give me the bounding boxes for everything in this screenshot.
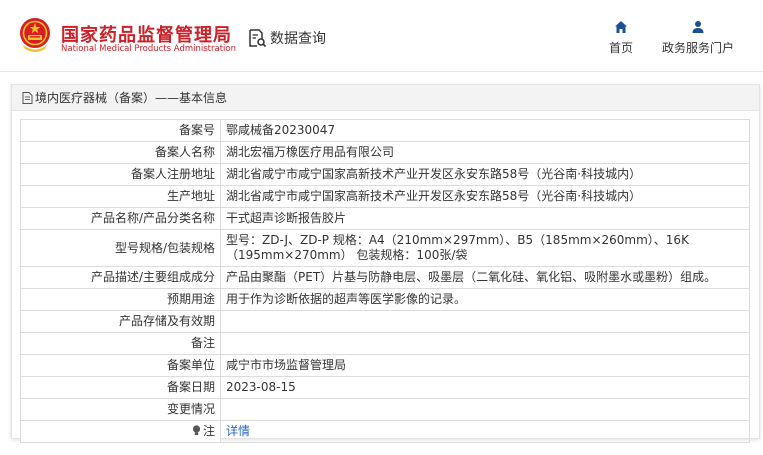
nav-service-portal[interactable]: 政务服务门户 <box>662 20 734 56</box>
row-value: 2023-08-15 <box>220 376 750 399</box>
row-value: 型号：ZD-J、ZD-P 规格：A4（210mm×297mm）、B5（185mm… <box>220 229 750 267</box>
table-row: 变更情况 <box>20 398 750 421</box>
note-value-cell: 详情 <box>220 420 750 443</box>
note-label: 注 <box>202 424 215 438</box>
row-label: 备案单位 <box>20 354 221 377</box>
site-header: 国家药品监督管理局 National Medical Products Admi… <box>0 0 763 72</box>
nav-home[interactable]: 首页 <box>609 20 633 56</box>
user-icon <box>692 21 704 33</box>
lightbulb-icon <box>192 425 201 435</box>
row-label: 生产地址 <box>20 185 221 208</box>
row-value: 产品由聚酯（PET）片基与防静电层、吸墨层（二氧化硅、氧化铝、吸附墨水或墨粉）组… <box>220 266 750 289</box>
row-value <box>220 332 750 355</box>
row-label: 备案号 <box>20 119 221 142</box>
breadcrumb: 境内医疗器械（备案）——基本信息 <box>35 91 228 105</box>
row-label: 产品存储及有效期 <box>20 310 221 333</box>
table-row: 产品名称/产品分类名称 干式超声诊断报告胶片 <box>20 207 750 230</box>
row-label: 备注 <box>20 332 221 355</box>
table-row: 型号规格/包装规格 型号：ZD-J、ZD-P 规格：A4（210mm×297mm… <box>20 229 750 267</box>
row-value: 干式超声诊断报告胶片 <box>220 207 750 230</box>
document-icon <box>22 91 33 104</box>
table-row: 产品存储及有效期 <box>20 310 750 333</box>
national-emblem-icon <box>20 18 50 52</box>
row-label: 变更情况 <box>20 398 221 421</box>
table-row: 生产地址 湖北省咸宁市咸宁国家高新技术产业开发区永安东路58号（光谷南·科技城内… <box>20 185 750 208</box>
note-label-cell: 注 <box>20 420 221 443</box>
row-value: 湖北宏福万橡医疗用品有限公司 <box>220 141 750 164</box>
nav-home-label: 首页 <box>609 41 634 55</box>
table-row: 备案人注册地址 湖北省咸宁市咸宁国家高新技术产业开发区永安东路58号（光谷南·科… <box>20 163 750 186</box>
details-link[interactable]: 详情 <box>226 424 250 438</box>
site-subtitle: National Medical Products Administration <box>61 44 236 54</box>
row-value: 用于作为诊断依据的超声等医学影像的记录。 <box>220 288 750 311</box>
table-row: 备案日期 2023-08-15 <box>20 376 750 399</box>
table-row: 注 详情 <box>20 420 750 443</box>
data-query-label: 数据查询 <box>270 31 326 47</box>
row-value: 鄂咸械备20230047 <box>220 119 750 142</box>
document-search-icon <box>249 29 267 48</box>
table-row: 备案单位 咸宁市市场监督管理局 <box>20 354 750 377</box>
row-label: 型号规格/包装规格 <box>20 229 221 267</box>
nav-service-portal-label: 政务服务门户 <box>662 41 735 55</box>
row-label: 预期用途 <box>20 288 221 311</box>
table-row: 备案号 鄂咸械备20230047 <box>20 119 750 142</box>
row-label: 备案人名称 <box>20 141 221 164</box>
row-label: 备案日期 <box>20 376 221 399</box>
panel-header: 境内医疗器械（备案）——基本信息 <box>12 85 759 111</box>
table-row: 备注 <box>20 332 750 355</box>
row-value: 咸宁市市场监督管理局 <box>220 354 750 377</box>
row-value <box>220 310 750 333</box>
home-icon <box>615 21 627 33</box>
row-label: 备案人注册地址 <box>20 163 221 186</box>
row-value: 湖北省咸宁市咸宁国家高新技术产业开发区永安东路58号（光谷南·科技城内） <box>220 185 750 208</box>
record-panel: 境内医疗器械（备案）——基本信息 备案号 鄂咸械备20230047 备案人名称 … <box>11 84 760 443</box>
row-value <box>220 398 750 421</box>
table-row: 预期用途 用于作为诊断依据的超声等医学影像的记录。 <box>20 288 750 311</box>
row-label: 产品描述/主要组成成分 <box>20 266 221 289</box>
data-query-link[interactable]: 数据查询 <box>247 27 326 49</box>
table-row: 产品描述/主要组成成分 产品由聚酯（PET）片基与防静电层、吸墨层（二氧化硅、氧… <box>20 266 750 289</box>
record-table: 备案号 鄂咸械备20230047 备案人名称 湖北宏福万橡医疗用品有限公司 备案… <box>20 119 750 443</box>
row-label: 产品名称/产品分类名称 <box>20 207 221 230</box>
row-value: 湖北省咸宁市咸宁国家高新技术产业开发区永安东路58号（光谷南·科技城内） <box>220 163 750 186</box>
table-row: 备案人名称 湖北宏福万橡医疗用品有限公司 <box>20 141 750 164</box>
